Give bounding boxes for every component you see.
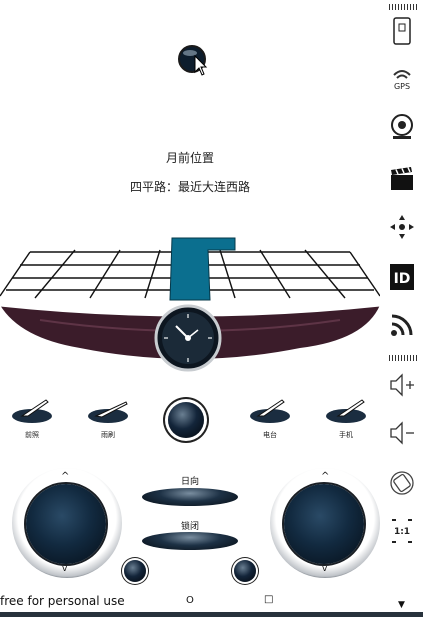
dpad-icon <box>390 215 414 239</box>
location-text: 四平路：最近大连西路 <box>129 180 250 194</box>
phone-device-icon <box>393 17 411 45</box>
camera-icon <box>391 114 413 139</box>
right-joystick[interactable]: ^ v <box>270 468 380 578</box>
chevron-up-icon: ^ <box>61 471 70 482</box>
forward-button[interactable] <box>142 488 238 506</box>
rotate-button[interactable] <box>384 466 420 500</box>
footer-bar <box>0 612 423 617</box>
wiper-icon <box>88 401 128 423</box>
radio-icon <box>250 399 290 423</box>
toolbar-divider <box>389 4 417 10</box>
control-label: 雨刷 <box>101 431 115 439</box>
device-button[interactable] <box>384 14 420 48</box>
orb-icon <box>178 45 208 76</box>
center-ball-button[interactable] <box>168 402 204 438</box>
aspect-icon: 1:1 <box>392 519 412 543</box>
chevron-up-icon: ^ <box>321 471 330 482</box>
control-radio[interactable]: 电台 <box>246 396 294 440</box>
gps-label: GPS <box>394 82 410 91</box>
dpad-button[interactable] <box>384 210 420 244</box>
id-button[interactable]: ID <box>384 260 420 294</box>
volume-down-icon <box>390 421 414 445</box>
volume-up-button[interactable] <box>384 368 420 402</box>
rotate-icon <box>390 471 414 495</box>
headlight-icon <box>12 399 52 423</box>
right-toolbar: GPS ID 1:1 <box>381 0 423 617</box>
forward-label: 日向 <box>180 477 199 487</box>
lock-button[interactable] <box>142 532 238 550</box>
control-headlight[interactable]: 前照 <box>8 396 56 440</box>
footer-circle-button[interactable]: O <box>186 595 194 606</box>
gps-button[interactable]: GPS <box>384 62 420 96</box>
control-label: 电台 <box>263 431 277 439</box>
right-small-button[interactable] <box>234 560 256 582</box>
lock-label: 锁闭 <box>180 522 199 532</box>
footer-square-button[interactable]: □ <box>264 594 273 605</box>
control-label: 前照 <box>25 431 39 439</box>
control-wiper[interactable]: 雨刷 <box>84 396 132 440</box>
watermark-text: free for personal use <box>0 594 125 608</box>
navigation-gauge <box>0 230 381 380</box>
aspect-label: 1:1 <box>394 527 410 537</box>
volume-down-button[interactable] <box>384 416 420 450</box>
left-joystick[interactable]: ^ v <box>12 468 122 578</box>
rss-icon <box>391 314 413 336</box>
video-button[interactable] <box>384 162 420 196</box>
left-small-button[interactable] <box>124 560 146 582</box>
rss-button[interactable] <box>384 308 420 342</box>
top-orb-button[interactable] <box>176 42 210 76</box>
aspect-button[interactable]: 1:1 <box>384 514 420 548</box>
clapper-icon <box>391 167 413 190</box>
volume-up-icon <box>390 373 414 397</box>
location-title: 月前位置 <box>165 151 214 165</box>
toolbar-divider <box>389 355 417 361</box>
control-phone[interactable]: 手机 <box>322 396 370 440</box>
id-icon: ID <box>390 264 414 290</box>
gps-icon: GPS <box>393 70 411 91</box>
phone-icon <box>326 399 366 423</box>
chevron-down-icon: v <box>62 564 68 574</box>
road-grid-icon <box>0 237 381 372</box>
control-label: 手机 <box>339 431 353 439</box>
left-joystick-knob[interactable] <box>26 484 106 564</box>
id-label: ID <box>394 271 411 287</box>
chevron-down-icon: v <box>322 564 328 574</box>
right-joystick-knob[interactable] <box>284 484 364 564</box>
camera-button[interactable] <box>384 110 420 144</box>
